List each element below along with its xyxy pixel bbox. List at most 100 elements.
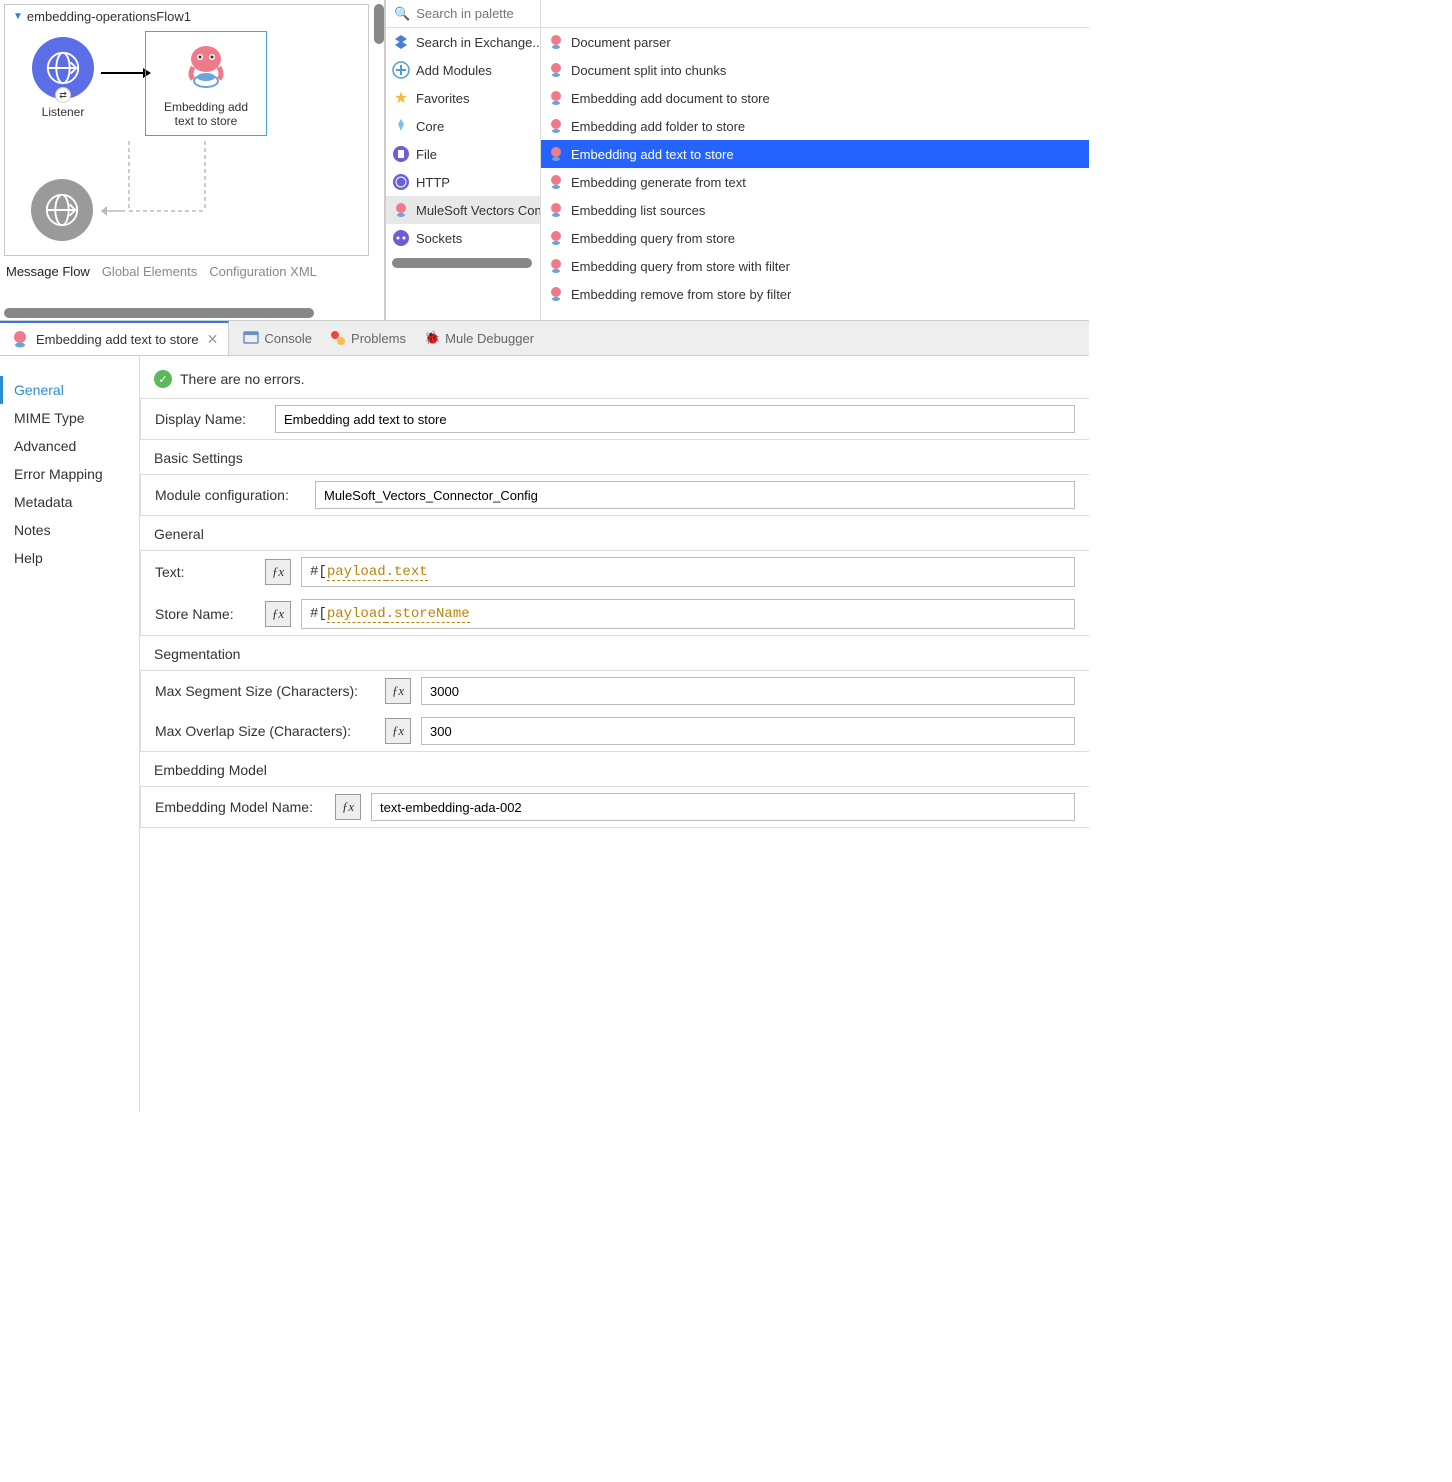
display-name-input[interactable] [275,405,1075,433]
plus-icon [392,61,410,79]
embedding-node[interactable]: Embedding add text to store [145,31,267,136]
listener-node[interactable]: ⇄ Listener [23,37,103,119]
props-nav-general[interactable]: General [0,376,139,404]
properties-tab[interactable]: Embedding add text to store ✕ [0,321,229,355]
props-nav-help[interactable]: Help [14,544,139,572]
console-tab[interactable]: Console [243,330,312,346]
max-overlap-input[interactable] [421,717,1075,745]
fx-button[interactable]: ƒx [385,718,411,744]
octopus-icon [547,61,565,79]
octopus-icon [547,33,565,51]
embedding-label-1: Embedding add [152,100,260,114]
octopus-icon [547,117,565,135]
embedding-model-input[interactable] [371,793,1075,821]
segmentation-title: Segmentation [154,646,1089,662]
general-section-title: General [154,526,1089,542]
octopus-icon [547,173,565,191]
tab-config-xml[interactable]: Configuration XML [209,264,317,279]
palette-operation-8[interactable]: Embedding query from store with filter [541,252,1089,280]
tab-global-elements[interactable]: Global Elements [102,264,197,279]
flow-canvas[interactable]: ▼ embedding-operationsFlow1 ⇄ Listener [4,4,369,256]
palette-operation-0[interactable]: Document parser [541,28,1089,56]
exchange-icon [392,33,410,51]
text-label: Text: [155,564,255,580]
fx-button[interactable]: ƒx [265,601,291,627]
max-overlap-label: Max Overlap Size (Characters): [155,723,375,739]
properties-tab-title: Embedding add text to store [36,332,199,347]
props-nav-metadata[interactable]: Metadata [14,488,139,516]
max-segment-input[interactable] [421,677,1075,705]
flow-collapse-icon[interactable]: ▼ [13,11,23,22]
palette-category-4[interactable]: File [386,140,540,168]
listener-label: Listener [23,105,103,119]
http-icon [392,173,410,191]
palette-left-hscroll[interactable] [392,258,532,268]
console-icon [243,330,259,346]
octopus-icon [10,329,30,349]
socket-icon [392,229,410,247]
palette-operation-7[interactable]: Embedding query from store [541,224,1089,252]
response-node[interactable] [27,179,97,241]
listener-badge-icon: ⇄ [55,87,71,103]
palette-operation-9[interactable]: Embedding remove from store by filter [541,280,1089,308]
fx-button[interactable]: ƒx [265,559,291,585]
palette-category-2[interactable]: ★Favorites [386,84,540,112]
store-name-expression-input[interactable]: #[ payload.storeName [301,599,1075,629]
close-icon[interactable]: ✕ [207,331,219,348]
props-nav-advanced[interactable]: Advanced [14,432,139,460]
star-icon: ★ [392,89,410,107]
display-name-label: Display Name: [155,411,265,427]
palette-category-6[interactable]: MuleSoft Vectors Con [386,196,540,224]
palette-operation-3[interactable]: Embedding add folder to store [541,112,1089,140]
fx-button[interactable]: ƒx [335,794,361,820]
palette-category-5[interactable]: HTTP [386,168,540,196]
octopus-icon [547,201,565,219]
palette-right-header [541,0,1089,28]
canvas-vscroll[interactable] [374,4,384,44]
palette-search-input[interactable] [416,6,532,21]
tab-message-flow[interactable]: Message Flow [6,264,90,279]
basic-settings-title: Basic Settings [154,450,1089,466]
palette-operation-6[interactable]: Embedding list sources [541,196,1089,224]
listener-icon: ⇄ [32,37,94,99]
props-nav-notes[interactable]: Notes [14,516,139,544]
properties-sidebar: GeneralMIME TypeAdvancedError MappingMet… [0,356,140,1112]
embedding-model-label: Embedding Model Name: [155,799,325,815]
octopus-icon [547,229,565,247]
props-nav-error-mapping[interactable]: Error Mapping [14,460,139,488]
core-icon [392,117,410,135]
palette-panel: 🔍 Search in Exchange..Add Modules★Favori… [385,0,1089,320]
octopus-icon [547,285,565,303]
embedding-label-2: text to store [152,114,260,128]
palette-operation-5[interactable]: Embedding generate from text [541,168,1089,196]
search-icon: 🔍 [394,6,410,22]
debugger-tab[interactable]: 🐞 Mule Debugger [424,330,534,346]
octo-icon [392,201,410,219]
problems-tab[interactable]: Problems [330,330,406,346]
response-icon [31,179,93,241]
palette-category-3[interactable]: Core [386,112,540,140]
fx-button[interactable]: ƒx [385,678,411,704]
palette-category-0[interactable]: Search in Exchange.. [386,28,540,56]
max-segment-label: Max Segment Size (Characters): [155,683,375,699]
palette-operation-1[interactable]: Document split into chunks [541,56,1089,84]
palette-category-7[interactable]: Sockets [386,224,540,252]
store-name-label: Store Name: [155,606,255,622]
palette-category-1[interactable]: Add Modules [386,56,540,84]
octopus-icon [547,145,565,163]
octopus-icon [547,257,565,275]
properties-main: ✓ There are no errors. Display Name: Bas… [140,356,1089,1112]
canvas-hscroll[interactable] [4,308,314,318]
file-icon [392,145,410,163]
text-expression-input[interactable]: #[ payload.text [301,557,1075,587]
octopus-icon [178,38,234,94]
module-config-select[interactable] [315,481,1075,509]
no-errors-text: There are no errors. [180,371,305,387]
props-nav-mime-type[interactable]: MIME Type [14,404,139,432]
flow-canvas-panel: ▼ embedding-operationsFlow1 ⇄ Listener [0,0,385,320]
problems-icon [330,330,346,346]
flow-arrow [101,63,151,83]
palette-operation-4[interactable]: Embedding add text to store [541,140,1089,168]
palette-operation-2[interactable]: Embedding add document to store [541,84,1089,112]
embedding-model-title: Embedding Model [154,762,1089,778]
